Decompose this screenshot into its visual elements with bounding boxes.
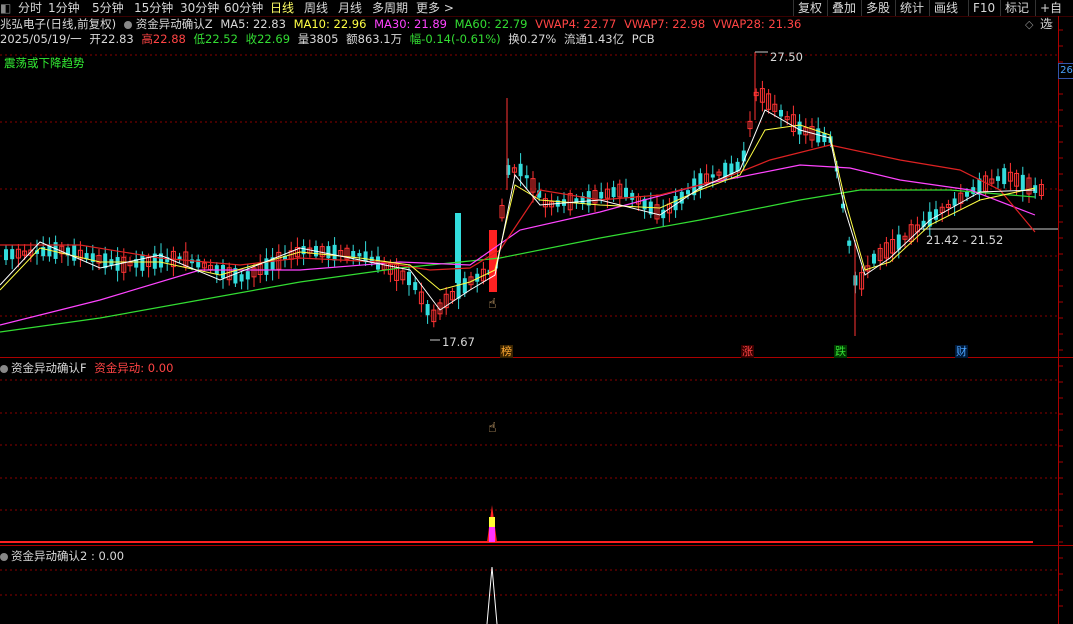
candle-down (518, 163, 523, 177)
candle-down (425, 304, 430, 316)
panel3-title[interactable]: 资金异动确认2 : 0.00 (11, 549, 124, 563)
trough-price-label: 17.67 (442, 335, 475, 349)
candle-down (140, 254, 145, 271)
event-tag-bang[interactable]: 榜 (500, 345, 513, 358)
candle-down (462, 278, 467, 294)
panel-separator-2 (0, 545, 1073, 546)
candle-down (822, 132, 827, 143)
cursor-hand-icon: ☝ (488, 420, 497, 436)
candle-down (524, 175, 529, 179)
candle-down (630, 192, 635, 200)
panel2-spike-yellow (489, 517, 495, 527)
candle-down (357, 253, 362, 257)
candle-down (624, 187, 628, 198)
peak-price-label: 27.50 (770, 50, 803, 64)
candle-down (965, 192, 969, 197)
candle-down (872, 253, 876, 264)
candle-down (896, 234, 901, 250)
candle-down (779, 109, 783, 117)
close-icon[interactable]: × (1045, 18, 1054, 31)
panel2-spike-magenta (489, 527, 495, 542)
candle-down (599, 191, 604, 199)
candle-down (1033, 185, 1038, 194)
cursor-hand-icon: ☝ (488, 296, 497, 312)
event-tag-cai[interactable]: 财 (955, 345, 968, 358)
diamond-icon[interactable]: ◇ (1025, 18, 1033, 31)
panel2-toggle-icon[interactable] (0, 364, 8, 373)
signal-candle (489, 230, 497, 292)
candle-down (196, 259, 201, 268)
panel3-header: 资金异动确认2 : 0.00 (0, 548, 124, 564)
candle-down (72, 245, 77, 261)
candle-down (239, 274, 244, 282)
candle-down (351, 251, 356, 258)
ma5-line (0, 109, 1036, 311)
candle-down (797, 121, 802, 135)
candle-down (413, 282, 418, 291)
right-axis-price-label: 26 (1058, 63, 1073, 79)
candle-down (686, 190, 690, 195)
right-price-axis (1058, 16, 1059, 624)
candle-down (47, 245, 52, 257)
candle-down (847, 240, 852, 246)
panel2-header: 资金异动确认F 资金异动: 0.00 (0, 360, 173, 376)
candle-down (710, 174, 715, 178)
candle-down (326, 246, 331, 259)
candle-down (245, 271, 250, 280)
panel2-value: 资金异动: 0.00 (94, 361, 174, 375)
panel-separator-1 (0, 357, 1073, 358)
candle-down (1002, 168, 1007, 185)
candle-down (332, 244, 337, 261)
candle-down (407, 271, 411, 286)
big-down-candle (455, 213, 461, 283)
candle-down (952, 198, 957, 206)
candle-down (103, 253, 108, 269)
event-tag-die[interactable]: 跌 (834, 345, 847, 358)
panel3-toggle-icon[interactable] (0, 552, 8, 561)
candle-down (221, 264, 225, 279)
candle-down (1020, 174, 1025, 191)
candle-down (611, 187, 616, 198)
candle-down (4, 249, 8, 261)
kline-chart[interactable]: ☝☝ (0, 0, 1073, 624)
panel2-title[interactable]: 资金异动确认F (11, 361, 87, 375)
range-price-label: 21.42 - 21.52 (926, 233, 1004, 247)
candle-down (10, 249, 15, 260)
candle-down (934, 209, 938, 220)
event-tag-zhang[interactable]: 涨 (741, 345, 754, 358)
candle-down (996, 176, 1000, 181)
